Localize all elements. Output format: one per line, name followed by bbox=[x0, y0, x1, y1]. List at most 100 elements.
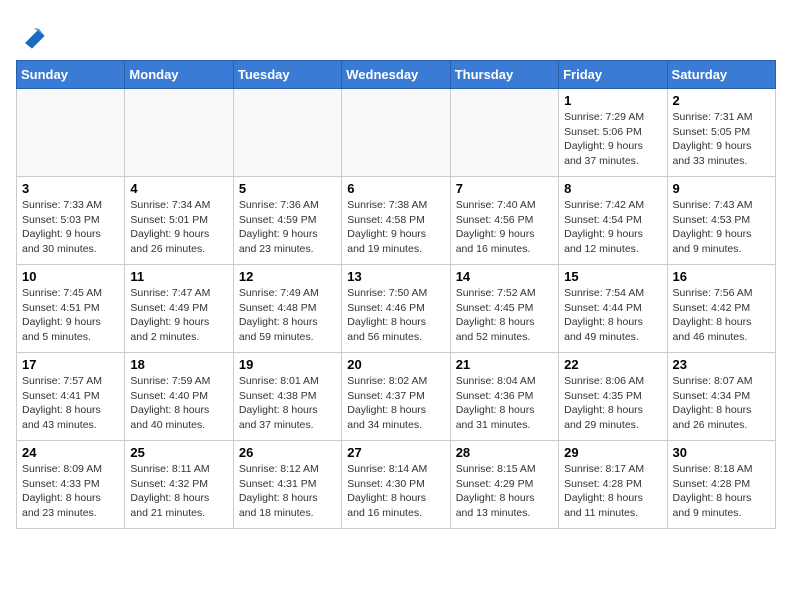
day-number: 12 bbox=[239, 269, 336, 284]
day-detail: Sunrise: 8:09 AMSunset: 4:33 PMDaylight:… bbox=[22, 462, 119, 521]
day-number: 15 bbox=[564, 269, 661, 284]
calendar-cell: 21 Sunrise: 8:04 AMSunset: 4:36 PMDayligh… bbox=[450, 353, 558, 441]
day-number: 2 bbox=[673, 93, 770, 108]
day-number: 5 bbox=[239, 181, 336, 196]
day-detail: Sunrise: 7:54 AMSunset: 4:44 PMDaylight:… bbox=[564, 286, 661, 345]
day-detail: Sunrise: 7:50 AMSunset: 4:46 PMDaylight:… bbox=[347, 286, 444, 345]
week-row-4: 17Sunrise: 7:57 AMSunset: 4:41 PMDayligh… bbox=[17, 353, 776, 441]
day-detail: Sunrise: 7:56 AMSunset: 4:42 PMDaylight:… bbox=[673, 286, 770, 345]
calendar-cell: 16Sunrise: 7:56 AMSunset: 4:42 PMDayligh… bbox=[667, 265, 775, 353]
day-header-saturday: Saturday bbox=[667, 61, 775, 89]
calendar-cell: 15 Sunrise: 7:54 AMSunset: 4:44 PMDayligh… bbox=[559, 265, 667, 353]
calendar-cell bbox=[450, 89, 558, 177]
day-header-tuesday: Tuesday bbox=[233, 61, 341, 89]
day-number: 19 bbox=[239, 357, 336, 372]
day-number: 28 bbox=[456, 445, 553, 460]
calendar-cell: 18 Sunrise: 7:59 AMSunset: 4:40 PMDayligh… bbox=[125, 353, 233, 441]
day-detail: Sunrise: 7:43 AMSunset: 4:53 PMDaylight:… bbox=[673, 198, 770, 257]
header bbox=[16, 16, 776, 50]
calendar-cell: 2 Sunrise: 7:31 AMSunset: 5:05 PMDaylight… bbox=[667, 89, 775, 177]
calendar-header-row: SundayMondayTuesdayWednesdayThursdayFrid… bbox=[17, 61, 776, 89]
logo bbox=[16, 22, 46, 50]
day-number: 1 bbox=[564, 93, 661, 108]
day-detail: Sunrise: 7:31 AMSunset: 5:05 PMDaylight:… bbox=[673, 110, 770, 169]
calendar-cell: 27 Sunrise: 8:14 AMSunset: 4:30 PMDayligh… bbox=[342, 441, 450, 529]
calendar-cell: 11 Sunrise: 7:47 AMSunset: 4:49 PMDayligh… bbox=[125, 265, 233, 353]
day-detail: Sunrise: 7:33 AMSunset: 5:03 PMDaylight:… bbox=[22, 198, 119, 257]
calendar-cell: 8 Sunrise: 7:42 AMSunset: 4:54 PMDaylight… bbox=[559, 177, 667, 265]
calendar-cell: 12 Sunrise: 7:49 AMSunset: 4:48 PMDayligh… bbox=[233, 265, 341, 353]
calendar-cell: 25Sunrise: 8:11 AMSunset: 4:32 PMDayligh… bbox=[125, 441, 233, 529]
day-number: 22 bbox=[564, 357, 661, 372]
day-detail: Sunrise: 7:47 AMSunset: 4:49 PMDaylight:… bbox=[130, 286, 227, 345]
day-detail: Sunrise: 8:11 AMSunset: 4:32 PMDaylight:… bbox=[130, 462, 227, 521]
calendar-cell bbox=[342, 89, 450, 177]
day-number: 10 bbox=[22, 269, 119, 284]
calendar-cell: 30 Sunrise: 8:18 AMSunset: 4:28 PMDayligh… bbox=[667, 441, 775, 529]
calendar-cell: 28 Sunrise: 8:15 AMSunset: 4:29 PMDayligh… bbox=[450, 441, 558, 529]
day-detail: Sunrise: 7:38 AMSunset: 4:58 PMDaylight:… bbox=[347, 198, 444, 257]
calendar-cell: 23 Sunrise: 8:07 AMSunset: 4:34 PMDayligh… bbox=[667, 353, 775, 441]
calendar-cell: 10 Sunrise: 7:45 AMSunset: 4:51 PMDayligh… bbox=[17, 265, 125, 353]
week-row-2: 3Sunrise: 7:33 AMSunset: 5:03 PMDaylight… bbox=[17, 177, 776, 265]
calendar-cell bbox=[17, 89, 125, 177]
day-number: 29 bbox=[564, 445, 661, 460]
day-detail: Sunrise: 7:40 AMSunset: 4:56 PMDaylight:… bbox=[456, 198, 553, 257]
day-number: 24 bbox=[22, 445, 119, 460]
day-number: 6 bbox=[347, 181, 444, 196]
day-detail: Sunrise: 8:01 AMSunset: 4:38 PMDaylight:… bbox=[239, 374, 336, 433]
calendar-cell: 13 Sunrise: 7:50 AMSunset: 4:46 PMDayligh… bbox=[342, 265, 450, 353]
day-detail: Sunrise: 8:18 AMSunset: 4:28 PMDaylight:… bbox=[673, 462, 770, 521]
day-number: 8 bbox=[564, 181, 661, 196]
day-detail: Sunrise: 7:49 AMSunset: 4:48 PMDaylight:… bbox=[239, 286, 336, 345]
day-detail: Sunrise: 8:07 AMSunset: 4:34 PMDaylight:… bbox=[673, 374, 770, 433]
day-number: 13 bbox=[347, 269, 444, 284]
calendar-cell: 7 Sunrise: 7:40 AMSunset: 4:56 PMDaylight… bbox=[450, 177, 558, 265]
day-detail: Sunrise: 7:36 AMSunset: 4:59 PMDaylight:… bbox=[239, 198, 336, 257]
calendar-cell: 19 Sunrise: 8:01 AMSunset: 4:38 PMDayligh… bbox=[233, 353, 341, 441]
day-detail: Sunrise: 8:14 AMSunset: 4:30 PMDaylight:… bbox=[347, 462, 444, 521]
day-detail: Sunrise: 8:15 AMSunset: 4:29 PMDaylight:… bbox=[456, 462, 553, 521]
day-number: 30 bbox=[673, 445, 770, 460]
day-number: 7 bbox=[456, 181, 553, 196]
week-row-3: 10 Sunrise: 7:45 AMSunset: 4:51 PMDayligh… bbox=[17, 265, 776, 353]
day-number: 23 bbox=[673, 357, 770, 372]
day-detail: Sunrise: 8:02 AMSunset: 4:37 PMDaylight:… bbox=[347, 374, 444, 433]
day-header-thursday: Thursday bbox=[450, 61, 558, 89]
calendar-cell: 1 Sunrise: 7:29 AMSunset: 5:06 PMDaylight… bbox=[559, 89, 667, 177]
calendar-cell: 29 Sunrise: 8:17 AMSunset: 4:28 PMDayligh… bbox=[559, 441, 667, 529]
calendar-cell: 22Sunrise: 8:06 AMSunset: 4:35 PMDayligh… bbox=[559, 353, 667, 441]
day-number: 20 bbox=[347, 357, 444, 372]
calendar-cell bbox=[233, 89, 341, 177]
calendar-cell: 9 Sunrise: 7:43 AMSunset: 4:53 PMDaylight… bbox=[667, 177, 775, 265]
day-detail: Sunrise: 8:04 AMSunset: 4:36 PMDaylight:… bbox=[456, 374, 553, 433]
day-number: 14 bbox=[456, 269, 553, 284]
day-detail: Sunrise: 7:59 AMSunset: 4:40 PMDaylight:… bbox=[130, 374, 227, 433]
day-number: 26 bbox=[239, 445, 336, 460]
calendar-cell: 26 Sunrise: 8:12 AMSunset: 4:31 PMDayligh… bbox=[233, 441, 341, 529]
day-number: 4 bbox=[130, 181, 227, 196]
day-detail: Sunrise: 7:42 AMSunset: 4:54 PMDaylight:… bbox=[564, 198, 661, 257]
week-row-5: 24 Sunrise: 8:09 AMSunset: 4:33 PMDayligh… bbox=[17, 441, 776, 529]
day-detail: Sunrise: 8:17 AMSunset: 4:28 PMDaylight:… bbox=[564, 462, 661, 521]
day-detail: Sunrise: 7:45 AMSunset: 4:51 PMDaylight:… bbox=[22, 286, 119, 345]
calendar-cell: 17Sunrise: 7:57 AMSunset: 4:41 PMDayligh… bbox=[17, 353, 125, 441]
day-detail: Sunrise: 7:29 AMSunset: 5:06 PMDaylight:… bbox=[564, 110, 661, 169]
calendar-table: SundayMondayTuesdayWednesdayThursdayFrid… bbox=[16, 60, 776, 529]
day-detail: Sunrise: 8:12 AMSunset: 4:31 PMDaylight:… bbox=[239, 462, 336, 521]
calendar-cell: 3Sunrise: 7:33 AMSunset: 5:03 PMDaylight… bbox=[17, 177, 125, 265]
calendar-cell: 5 Sunrise: 7:36 AMSunset: 4:59 PMDaylight… bbox=[233, 177, 341, 265]
day-detail: Sunrise: 7:34 AMSunset: 5:01 PMDaylight:… bbox=[130, 198, 227, 257]
calendar-cell: 24 Sunrise: 8:09 AMSunset: 4:33 PMDayligh… bbox=[17, 441, 125, 529]
calendar-cell: 6 Sunrise: 7:38 AMSunset: 4:58 PMDaylight… bbox=[342, 177, 450, 265]
day-number: 21 bbox=[456, 357, 553, 372]
day-number: 9 bbox=[673, 181, 770, 196]
day-number: 27 bbox=[347, 445, 444, 460]
day-number: 11 bbox=[130, 269, 227, 284]
day-number: 18 bbox=[130, 357, 227, 372]
calendar-cell bbox=[125, 89, 233, 177]
day-header-monday: Monday bbox=[125, 61, 233, 89]
day-header-friday: Friday bbox=[559, 61, 667, 89]
calendar-cell: 14 Sunrise: 7:52 AMSunset: 4:45 PMDayligh… bbox=[450, 265, 558, 353]
day-detail: Sunrise: 7:52 AMSunset: 4:45 PMDaylight:… bbox=[456, 286, 553, 345]
